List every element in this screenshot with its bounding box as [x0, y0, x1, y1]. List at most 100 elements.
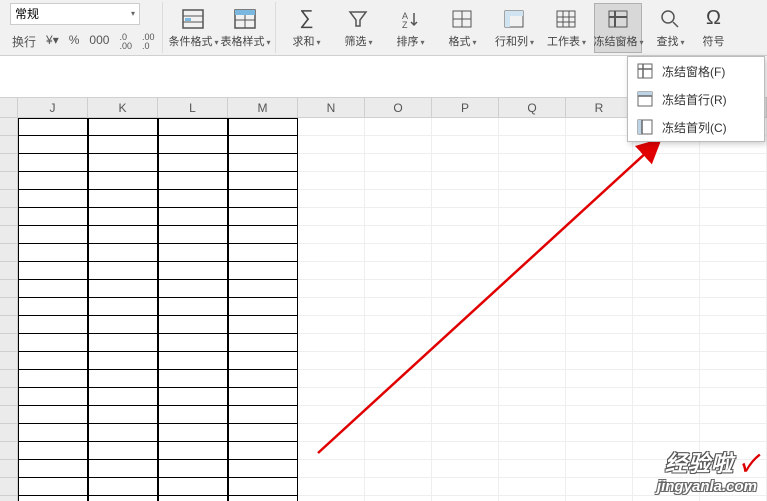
- freeze-first-col-item[interactable]: 冻结首列(C): [628, 113, 764, 141]
- cell[interactable]: [700, 370, 767, 388]
- cell[interactable]: [298, 460, 365, 478]
- column-header[interactable]: O: [365, 98, 432, 118]
- cell[interactable]: [499, 172, 566, 190]
- cell[interactable]: [298, 118, 365, 136]
- cell[interactable]: [158, 154, 228, 172]
- cell[interactable]: [499, 136, 566, 154]
- cell[interactable]: [228, 388, 298, 406]
- table-style-button[interactable]: 表格样式▾: [221, 3, 269, 53]
- cell[interactable]: [365, 154, 432, 172]
- cell[interactable]: [566, 190, 633, 208]
- cell[interactable]: [228, 262, 298, 280]
- cell[interactable]: [88, 208, 158, 226]
- cell[interactable]: [88, 280, 158, 298]
- cell[interactable]: [499, 226, 566, 244]
- cell[interactable]: [158, 280, 228, 298]
- cell[interactable]: [18, 352, 88, 370]
- cell[interactable]: [566, 352, 633, 370]
- cell[interactable]: [298, 226, 365, 244]
- cell[interactable]: [633, 334, 700, 352]
- cell[interactable]: [499, 406, 566, 424]
- cell[interactable]: [566, 460, 633, 478]
- cell[interactable]: [228, 460, 298, 478]
- cell[interactable]: [88, 370, 158, 388]
- cell[interactable]: [158, 118, 228, 136]
- cell[interactable]: [633, 262, 700, 280]
- cell[interactable]: [432, 244, 499, 262]
- cell[interactable]: [499, 352, 566, 370]
- freeze-top-row-item[interactable]: 冻结首行(R): [628, 85, 764, 113]
- cell[interactable]: [432, 406, 499, 424]
- cell[interactable]: [633, 388, 700, 406]
- cell[interactable]: [432, 496, 499, 501]
- cell[interactable]: [158, 496, 228, 501]
- cell[interactable]: [633, 190, 700, 208]
- cell[interactable]: [432, 370, 499, 388]
- cell[interactable]: [499, 118, 566, 136]
- cell[interactable]: [365, 226, 432, 244]
- cell[interactable]: [700, 190, 767, 208]
- cell[interactable]: [365, 388, 432, 406]
- column-header[interactable]: N: [298, 98, 365, 118]
- cell[interactable]: [228, 478, 298, 496]
- cell[interactable]: [18, 460, 88, 478]
- column-header[interactable]: M: [228, 98, 298, 118]
- cell[interactable]: [700, 154, 767, 172]
- cell[interactable]: [298, 478, 365, 496]
- cell[interactable]: [228, 172, 298, 190]
- cell[interactable]: [18, 388, 88, 406]
- cell[interactable]: [566, 298, 633, 316]
- cell[interactable]: [432, 460, 499, 478]
- thousands-button[interactable]: 000: [87, 31, 111, 53]
- row-header[interactable]: [0, 352, 18, 370]
- cell[interactable]: [566, 208, 633, 226]
- cell[interactable]: [432, 334, 499, 352]
- row-header[interactable]: [0, 226, 18, 244]
- cell[interactable]: [298, 262, 365, 280]
- cell[interactable]: [700, 298, 767, 316]
- cell[interactable]: [365, 352, 432, 370]
- cell[interactable]: [566, 388, 633, 406]
- row-header[interactable]: [0, 406, 18, 424]
- cell[interactable]: [298, 298, 365, 316]
- cell[interactable]: [432, 136, 499, 154]
- cell[interactable]: [158, 424, 228, 442]
- cell[interactable]: [228, 154, 298, 172]
- cell[interactable]: [158, 316, 228, 334]
- row-header[interactable]: [0, 460, 18, 478]
- cell[interactable]: [88, 316, 158, 334]
- cell[interactable]: [228, 244, 298, 262]
- cell[interactable]: [228, 424, 298, 442]
- row-header[interactable]: [0, 478, 18, 496]
- cell[interactable]: [700, 244, 767, 262]
- cell[interactable]: [499, 424, 566, 442]
- cell[interactable]: [298, 244, 365, 262]
- select-all-corner[interactable]: [0, 98, 18, 118]
- cell[interactable]: [499, 442, 566, 460]
- row-header[interactable]: [0, 208, 18, 226]
- cell[interactable]: [365, 334, 432, 352]
- cell[interactable]: [88, 262, 158, 280]
- cell[interactable]: [158, 244, 228, 262]
- cell[interactable]: [88, 244, 158, 262]
- cell[interactable]: [18, 172, 88, 190]
- sort-button[interactable]: AZ 排序▾: [386, 3, 434, 53]
- cell[interactable]: [365, 406, 432, 424]
- cell[interactable]: [499, 334, 566, 352]
- cell[interactable]: [228, 406, 298, 424]
- cell[interactable]: [228, 370, 298, 388]
- cell[interactable]: [432, 478, 499, 496]
- spreadsheet[interactable]: J K L M N O P Q R: [0, 98, 767, 501]
- cell[interactable]: [228, 226, 298, 244]
- cell[interactable]: [432, 172, 499, 190]
- cell[interactable]: [365, 442, 432, 460]
- cell[interactable]: [365, 496, 432, 501]
- cell[interactable]: [566, 478, 633, 496]
- cell[interactable]: [228, 298, 298, 316]
- cell[interactable]: [365, 172, 432, 190]
- cell[interactable]: [228, 118, 298, 136]
- cell[interactable]: [365, 118, 432, 136]
- cell[interactable]: [18, 208, 88, 226]
- cell[interactable]: [499, 388, 566, 406]
- symbol-button[interactable]: Ω 符号: [698, 3, 728, 53]
